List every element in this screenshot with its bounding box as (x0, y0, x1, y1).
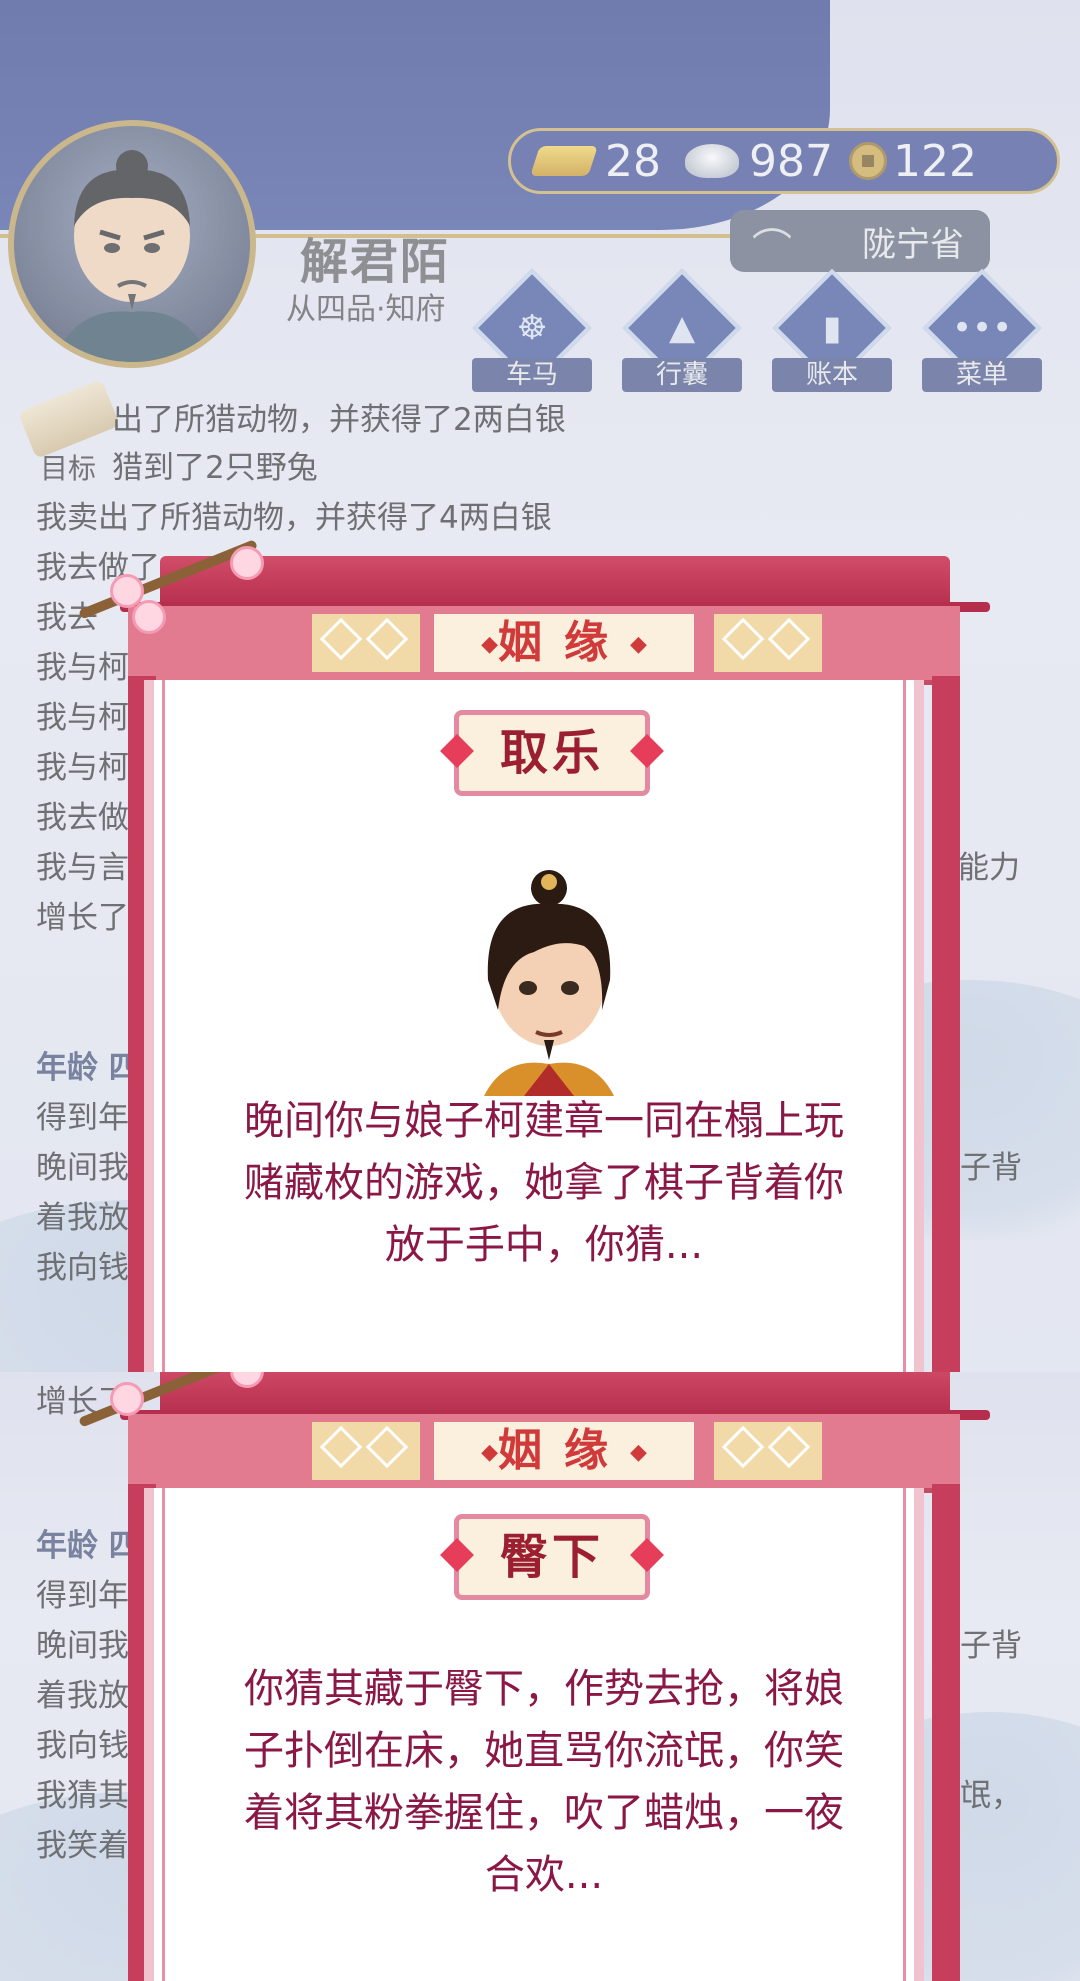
lattice-ornament-icon (714, 1422, 822, 1480)
panel-title: ◆姻缘◆ (434, 1422, 694, 1480)
story-line: 着将其粉拳握住，吹了蜡烛，一夜 (244, 1790, 844, 1836)
panel-roof (120, 556, 990, 612)
panel-paper: 臀下 你猜其藏于臀下，作势去抢，将娘 子扑倒在床，她直骂你流氓，你笑 着将其粉拳… (144, 1488, 924, 1981)
lattice-ornament-icon (714, 614, 822, 672)
panel-title-text: 姻缘 (498, 1425, 630, 1476)
panel-title-text: 姻缘 (498, 617, 630, 668)
panel-pillar (932, 676, 960, 1372)
story-line: 合欢... (484, 1852, 604, 1898)
plum-blossom-icon (230, 546, 264, 580)
story-line: 晚间你与娘子柯建章一同在榻上玩 (244, 1098, 844, 1144)
character-portrait-icon (484, 870, 614, 1096)
marriage-event-panel: ◆姻缘◆ 臀下 你猜其藏于臀下，作势去抢，将娘 子扑倒在床，她直骂你流氓，你笑 … (78, 1372, 990, 1981)
lattice-ornament-icon (312, 1422, 420, 1480)
lattice-ornament-icon (312, 614, 420, 672)
story-line: 子扑倒在床，她直骂你流氓，你笑 (244, 1728, 844, 1774)
panel-banner: ◆姻缘◆ (128, 606, 960, 685)
panel-banner: ◆姻缘◆ (128, 1414, 960, 1493)
marriage-event-panel: ◆姻缘◆ 取乐 晚间你与娘子柯建章一同在榻上玩 赌藏枚的游戏，她拿了棋子背着你 (78, 539, 990, 1372)
panel-roof (120, 1372, 990, 1420)
choice-tag: 取乐 (454, 710, 650, 796)
top-screen: 解君陌 从四品·知府 28 987 122 ⌒ 陇宁省 ☸ 车马 ▲ 行囊 ▮ … (0, 0, 1080, 1372)
story-line: 你猜其藏于臀下，作势去抢，将娘 (244, 1666, 844, 1712)
panel-pillar (932, 1484, 960, 1981)
story-line: 放于手中，你猜... (384, 1222, 704, 1268)
story-text: 你猜其藏于臀下，作势去抢，将娘 子扑倒在床，她直骂你流氓，你笑 着将其粉拳握住，… (204, 1658, 884, 1906)
plum-blossom-icon (132, 600, 166, 634)
plum-blossom-icon (110, 1382, 144, 1416)
story-line: 赌藏枚的游戏，她拿了棋子背着你 (244, 1160, 844, 1206)
choice-tag: 臀下 (454, 1514, 650, 1600)
story-text: 晚间你与娘子柯建章一同在榻上玩 赌藏枚的游戏，她拿了棋子背着你 放于手中，你猜.… (204, 1090, 884, 1276)
bottom-screen: 增长了 年龄 四 得到年 晚间我 子背 着我放 我向钱 我猜其 氓， 我笑着 ◆… (0, 1372, 1080, 1981)
panel-paper: 取乐 晚间你与娘子柯建章一同在榻上玩 赌藏枚的游戏，她拿了棋子背着你 放于手中，… (144, 680, 924, 1372)
panel-title: ◆姻缘◆ (434, 614, 694, 672)
